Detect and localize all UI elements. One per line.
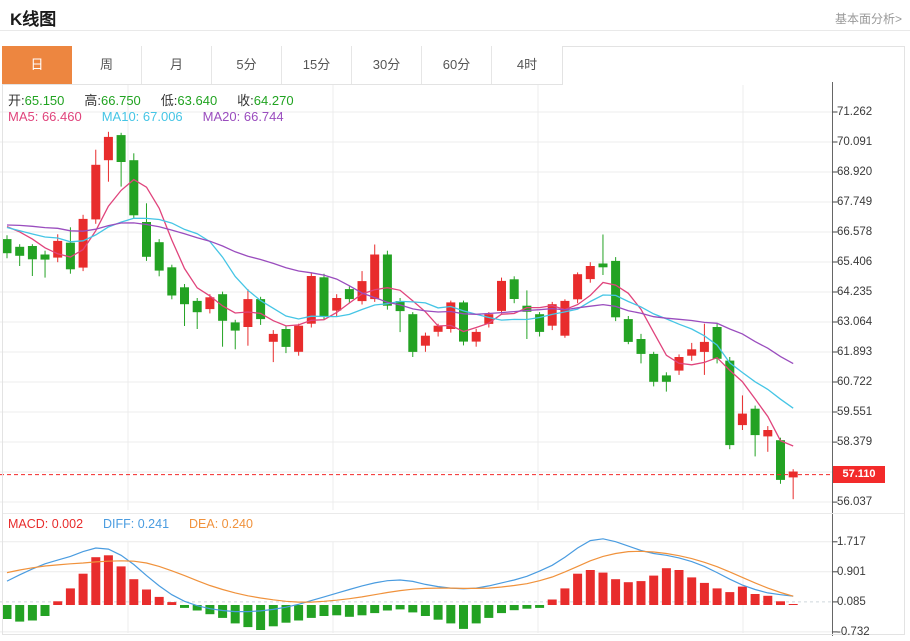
- tab-日[interactable]: 日: [2, 46, 72, 84]
- macd-axis-tick: -0.732: [837, 625, 903, 639]
- ohlc-高: 高:66.750: [84, 90, 140, 109]
- ohlc-legend: 开:65.150 高:66.750 低:63.640 收:64.270: [8, 90, 314, 109]
- ma-legend: MA5: 66.460 MA10: 67.006 MA20: 66.744: [8, 109, 304, 124]
- fundamental-analysis-link[interactable]: 基本面分析>: [835, 10, 902, 27]
- tab-60分[interactable]: 60分: [422, 46, 492, 84]
- price-axis-tick: 71.262: [837, 105, 903, 119]
- ohlc-低: 低:63.640: [161, 90, 217, 109]
- tab-15分[interactable]: 15分: [282, 46, 352, 84]
- macd-legend-MACD: MACD: 0.002: [8, 517, 83, 531]
- price-axis-tick: 63.064: [837, 315, 903, 329]
- macd-axis-tick: 0.085: [837, 595, 903, 609]
- tab-5分[interactable]: 5分: [212, 46, 282, 84]
- chart-container: [2, 46, 905, 635]
- title-divider: [0, 30, 910, 31]
- ma-legend-MA5: MA5: 66.460: [8, 109, 82, 124]
- tab-30分[interactable]: 30分: [352, 46, 422, 84]
- price-axis-tick: 59.551: [837, 405, 903, 419]
- price-axis-tick: 66.578: [837, 225, 903, 239]
- macd-axis-tick: 0.901: [837, 565, 903, 579]
- tab-周[interactable]: 周: [72, 46, 142, 84]
- price-axis-tick: 68.920: [837, 165, 903, 179]
- macd-legend-DEA: DEA: 0.240: [189, 517, 253, 531]
- macd-legend-DIFF: DIFF: 0.241: [103, 517, 169, 531]
- price-axis-tick: 61.893: [837, 345, 903, 359]
- price-axis-tick: 64.235: [837, 285, 903, 299]
- price-axis-tick: 65.406: [837, 255, 903, 269]
- price-axis-tick: 67.749: [837, 195, 903, 209]
- macd-legend: MACD: 0.002 DIFF: 0.241 DEA: 0.240: [8, 517, 273, 531]
- price-axis-tick: 58.379: [837, 435, 903, 449]
- page-title: K线图: [10, 5, 56, 30]
- price-axis-tick: 56.037: [837, 495, 903, 509]
- ohlc-收: 收:64.270: [237, 90, 293, 109]
- ma-legend-MA10: MA10: 67.006: [102, 109, 183, 124]
- ohlc-开: 开:65.150: [8, 90, 64, 109]
- price-axis-tick: 70.091: [837, 135, 903, 149]
- macd-axis-tick: 1.717: [837, 535, 903, 549]
- macd-panel-divider: [3, 513, 904, 514]
- ma-legend-MA20: MA20: 66.744: [203, 109, 284, 124]
- tab-4时[interactable]: 4时: [492, 46, 562, 84]
- kline-page: K线图 基本面分析> 日周月5分15分30分60分4时 开:65.150 高:66…: [0, 0, 910, 641]
- current-price-badge: 57.110: [833, 466, 885, 483]
- tab-bar: 日周月5分15分30分60分4时: [2, 46, 563, 85]
- tab-月[interactable]: 月: [142, 46, 212, 84]
- price-axis-tick: 60.722: [837, 375, 903, 389]
